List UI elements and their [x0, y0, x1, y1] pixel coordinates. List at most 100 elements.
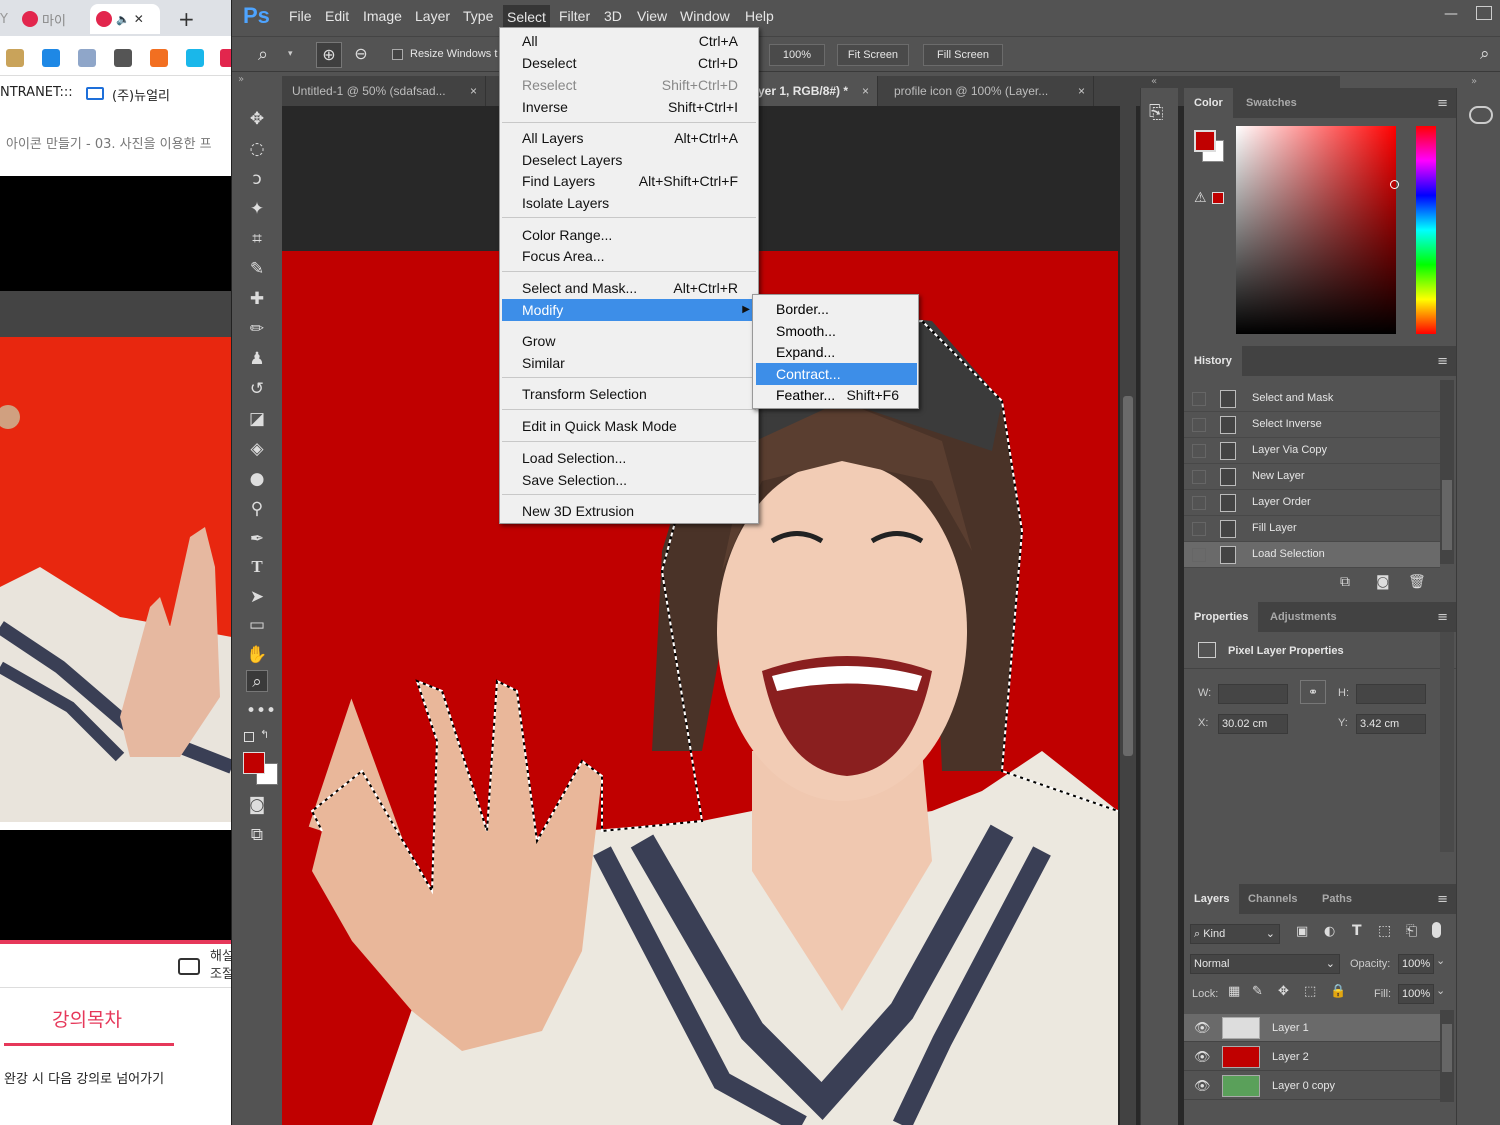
- doc-tab-untitled[interactable]: Untitled-1 @ 50% (sdafsad... ×: [282, 76, 486, 106]
- color-picker-field[interactable]: [1236, 126, 1399, 334]
- new-document-from-state-icon[interactable]: ⧉: [1340, 574, 1350, 590]
- lock-pixels-icon[interactable]: ✎: [1252, 984, 1263, 999]
- zoom-in-icon[interactable]: ⊕: [316, 42, 342, 68]
- menu-3d[interactable]: 3D: [604, 8, 622, 24]
- eraser-tool-icon[interactable]: ◪: [246, 408, 268, 430]
- lock-transparent-icon[interactable]: ▦: [1228, 984, 1240, 999]
- blend-mode-dropdown[interactable]: Normal ⌄: [1190, 954, 1340, 974]
- maximize-icon[interactable]: [1476, 6, 1492, 20]
- swap-colors-icon[interactable]: ↰: [260, 728, 269, 741]
- tab-layers[interactable]: Layers: [1184, 884, 1240, 914]
- history-brush-source-checkbox[interactable]: [1192, 548, 1206, 562]
- panel-menu-icon[interactable]: ≡: [1437, 610, 1448, 625]
- bookmark-newally[interactable]: (주)뉴얼리: [112, 85, 170, 104]
- menu-item-deselect-layers[interactable]: Deselect Layers: [502, 149, 756, 171]
- search-icon[interactable]: ⌕: [1480, 44, 1490, 64]
- menu-item-focus-area[interactable]: Focus Area...: [502, 245, 756, 267]
- menu-select[interactable]: Select: [503, 5, 550, 29]
- menu-item-find-layers[interactable]: Find Layers Alt+Shift+Ctrl+F: [502, 170, 756, 192]
- zoom-100-button[interactable]: 100%: [769, 44, 825, 66]
- scrollbar-thumb[interactable]: [1442, 480, 1452, 550]
- out-of-gamut-warning-icon[interactable]: ⚠: [1194, 190, 1207, 206]
- stamp-tool-icon[interactable]: ♟: [246, 348, 268, 370]
- history-brush-source-checkbox[interactable]: [1192, 418, 1206, 432]
- dodge-tool-icon[interactable]: ⚲: [246, 498, 268, 520]
- menu-item-load-selection[interactable]: Load Selection...: [502, 447, 756, 469]
- paint-bucket-tool-icon[interactable]: ◈: [246, 438, 268, 460]
- history-item[interactable]: Fill Layer: [1184, 516, 1440, 542]
- zoom-tool-icon[interactable]: ⌕: [246, 670, 268, 692]
- menu-edit[interactable]: Edit: [325, 8, 349, 24]
- fill-field[interactable]: 100%: [1398, 984, 1434, 1004]
- layer-row[interactable]: 👁 Layer 0 copy: [1184, 1072, 1440, 1100]
- submenu-item-smooth[interactable]: Smooth...: [756, 320, 917, 342]
- tab-properties[interactable]: Properties: [1184, 602, 1259, 632]
- panel-menu-icon[interactable]: ≡: [1437, 96, 1448, 111]
- menu-item-new-3d-extrusion[interactable]: New 3D Extrusion: [502, 500, 756, 522]
- minimize-icon[interactable]: —: [1444, 6, 1466, 22]
- history-item-current[interactable]: Load Selection: [1184, 542, 1440, 568]
- menu-item-select-and-mask[interactable]: Select and Mask... Alt+Ctrl+R: [502, 277, 756, 299]
- lasso-tool-icon[interactable]: ↄ: [246, 168, 268, 190]
- menu-image[interactable]: Image: [363, 8, 402, 24]
- bookmark-printer-icon[interactable]: [78, 49, 96, 67]
- healing-brush-tool-icon[interactable]: ✚: [246, 288, 268, 310]
- bookmark-intranet[interactable]: NTRANET:::: [0, 85, 73, 100]
- menu-item-all[interactable]: All Ctrl+A: [502, 30, 756, 52]
- tab-channels[interactable]: Channels: [1238, 884, 1308, 914]
- brush-tool-icon[interactable]: ✏: [246, 318, 268, 340]
- filter-pixel-icon[interactable]: ▣: [1296, 924, 1308, 939]
- resize-windows-checkbox[interactable]: [392, 49, 403, 60]
- height-field[interactable]: [1356, 684, 1426, 704]
- tab-swatches[interactable]: Swatches: [1236, 88, 1307, 118]
- layer-name[interactable]: Layer 1: [1272, 1022, 1309, 1034]
- tab-close-icon[interactable]: ×: [470, 76, 477, 106]
- zoom-tool-preset-icon[interactable]: ⌕: [258, 44, 268, 65]
- layer-name[interactable]: Layer 0 copy: [1272, 1080, 1335, 1092]
- canvas-area[interactable]: [282, 106, 1340, 1125]
- browser-tab-1[interactable]: 마이: [22, 4, 66, 34]
- audio-playing-icon[interactable]: 🔈: [116, 13, 130, 26]
- menu-type[interactable]: Type: [463, 8, 493, 24]
- layer-name[interactable]: Layer 2: [1272, 1051, 1309, 1063]
- menu-filter[interactable]: Filter: [559, 8, 590, 24]
- fill-screen-button[interactable]: Fill Screen: [923, 44, 1003, 66]
- fit-screen-button[interactable]: Fit Screen: [837, 44, 909, 66]
- link-icon[interactable]: ⚭: [1300, 680, 1326, 704]
- camera-snapshot-icon[interactable]: ◙: [1376, 574, 1390, 590]
- tab-history[interactable]: History: [1184, 346, 1242, 376]
- rectangle-tool-icon[interactable]: ▭: [246, 614, 268, 636]
- menu-item-inverse[interactable]: Inverse Shift+Ctrl+I: [502, 96, 756, 118]
- menu-item-save-selection[interactable]: Save Selection...: [502, 469, 756, 491]
- tab-adjustments[interactable]: Adjustments: [1260, 602, 1347, 632]
- more-tools-icon[interactable]: •••: [246, 700, 276, 722]
- history-brush-source-checkbox[interactable]: [1192, 470, 1206, 484]
- blur-tool-icon[interactable]: ●: [246, 468, 268, 490]
- color-picker-marker[interactable]: [1390, 180, 1399, 189]
- visibility-eye-icon[interactable]: 👁: [1194, 1049, 1211, 1065]
- submenu-item-border[interactable]: Border...: [756, 298, 917, 320]
- lock-all-icon[interactable]: 🔒: [1330, 984, 1346, 999]
- menu-help[interactable]: Help: [745, 8, 774, 24]
- menu-file[interactable]: File: [289, 8, 312, 24]
- menu-item-isolate-layers[interactable]: Isolate Layers: [502, 192, 756, 214]
- properties-scrollbar[interactable]: [1440, 632, 1454, 852]
- visibility-eye-icon[interactable]: 👁: [1194, 1020, 1211, 1036]
- menu-item-modify[interactable]: Modify ▶: [502, 299, 756, 321]
- history-brush-tool-icon[interactable]: ↺: [246, 378, 268, 400]
- hand-tool-icon[interactable]: ✋: [246, 644, 268, 666]
- new-tab-button[interactable]: +: [178, 4, 195, 34]
- tab-close-icon[interactable]: ✕: [134, 12, 144, 26]
- color-panel-foreground-swatch[interactable]: [1194, 130, 1216, 152]
- filter-shape-icon[interactable]: ⬚: [1378, 923, 1391, 939]
- chevron-down-icon[interactable]: ▾: [288, 49, 293, 59]
- lecture-video-frame[interactable]: [0, 337, 231, 822]
- history-brush-source-checkbox[interactable]: [1192, 392, 1206, 406]
- caption-label[interactable]: 해설 조절: [210, 948, 231, 984]
- history-item[interactable]: New Layer: [1184, 464, 1440, 490]
- history-scrollbar[interactable]: [1440, 380, 1454, 564]
- gamut-swatch[interactable]: [1212, 192, 1224, 204]
- eyedropper-tool-icon[interactable]: ✎: [246, 258, 268, 280]
- toolbar-collapse-icon[interactable]: »: [238, 74, 244, 85]
- menu-item-all-layers[interactable]: All Layers Alt+Ctrl+A: [502, 127, 756, 149]
